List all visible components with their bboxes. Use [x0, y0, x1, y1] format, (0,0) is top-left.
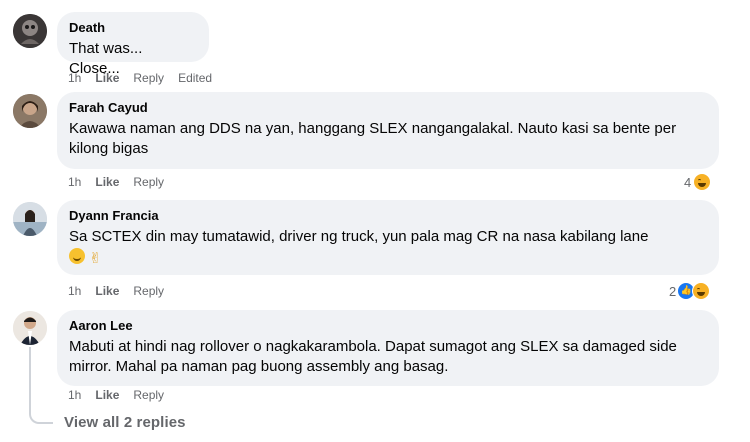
- comment-actions: 1h Like Reply: [68, 283, 178, 299]
- comment-time[interactable]: 1h: [68, 283, 81, 299]
- comment-bubble: Farah Cayud Kawawa naman ang DDS na yan,…: [57, 92, 719, 169]
- comment-author[interactable]: Death: [69, 20, 197, 36]
- reaction-summary[interactable]: 4: [684, 173, 712, 191]
- like-button[interactable]: Like: [95, 387, 119, 403]
- comment-text: Kawawa naman ang DDS na yan, hanggang SL…: [69, 120, 677, 157]
- avatar[interactable]: [13, 94, 47, 128]
- avatar-image: [13, 14, 47, 48]
- comment-bubble: Aaron Lee Mabuti at hindi nag rollover o…: [57, 310, 719, 386]
- like-button[interactable]: Like: [95, 70, 119, 86]
- reply-thread-connector: [29, 405, 53, 424]
- like-button[interactable]: Like: [95, 174, 119, 190]
- comment-text-body: Sa SCTEX din may tumatawid, driver ng tr…: [69, 228, 649, 245]
- comment-actions: 1h Like Reply: [68, 174, 178, 190]
- reaction-count: 4: [684, 174, 692, 190]
- smile-emoji-icon: [69, 248, 85, 264]
- avatar-image: [13, 202, 47, 236]
- avatar[interactable]: [13, 311, 47, 345]
- avatar-image: [13, 94, 47, 128]
- avatar[interactable]: [13, 202, 47, 236]
- haha-icon: [692, 282, 711, 300]
- comment-actions: 1h Like Reply: [68, 387, 178, 403]
- view-all-replies-link[interactable]: View all 2 replies: [64, 414, 186, 431]
- comment-time[interactable]: 1h: [68, 387, 81, 403]
- avatar-image: [13, 311, 47, 345]
- comment-bubble: Dyann Francia Sa SCTEX din may tumatawid…: [57, 200, 719, 275]
- comment-time[interactable]: 1h: [68, 70, 81, 86]
- reply-button[interactable]: Reply: [133, 70, 164, 86]
- reply-button[interactable]: Reply: [133, 283, 164, 299]
- comment-actions: 1h Like Reply Edited: [68, 70, 226, 86]
- edited-label[interactable]: Edited: [178, 70, 212, 86]
- comment-farah: Farah Cayud Kawawa naman ang DDS na yan,…: [0, 90, 750, 198]
- comment-death: Death That was... Close... 1h Like Reply…: [0, 0, 750, 90]
- reply-thread-line: [29, 347, 31, 407]
- reaction-summary[interactable]: 2 👍: [669, 282, 711, 300]
- comment-author[interactable]: Farah Cayud: [69, 100, 707, 116]
- reply-button[interactable]: Reply: [133, 174, 164, 190]
- comment-time[interactable]: 1h: [68, 174, 81, 190]
- comment-bubble: Death That was... Close...: [57, 12, 209, 77]
- comment-author[interactable]: Aaron Lee: [69, 318, 707, 334]
- reaction-count: 2: [669, 283, 677, 299]
- peace-hand-emoji-icon: ✌: [89, 250, 102, 267]
- reply-button[interactable]: Reply: [133, 387, 164, 403]
- haha-icon: [693, 173, 712, 191]
- avatar[interactable]: [13, 14, 47, 48]
- comment-author[interactable]: Dyann Francia: [69, 208, 707, 224]
- comment-text: Sa SCTEX din may tumatawid, driver ng tr…: [69, 227, 707, 269]
- comment-dyann: Dyann Francia Sa SCTEX din may tumatawid…: [0, 198, 750, 308]
- comment-aaron: Aaron Lee Mabuti at hindi nag rollover o…: [0, 308, 750, 442]
- comment-text: Mabuti at hindi nag rollover o nagkakara…: [69, 338, 677, 375]
- like-button[interactable]: Like: [95, 283, 119, 299]
